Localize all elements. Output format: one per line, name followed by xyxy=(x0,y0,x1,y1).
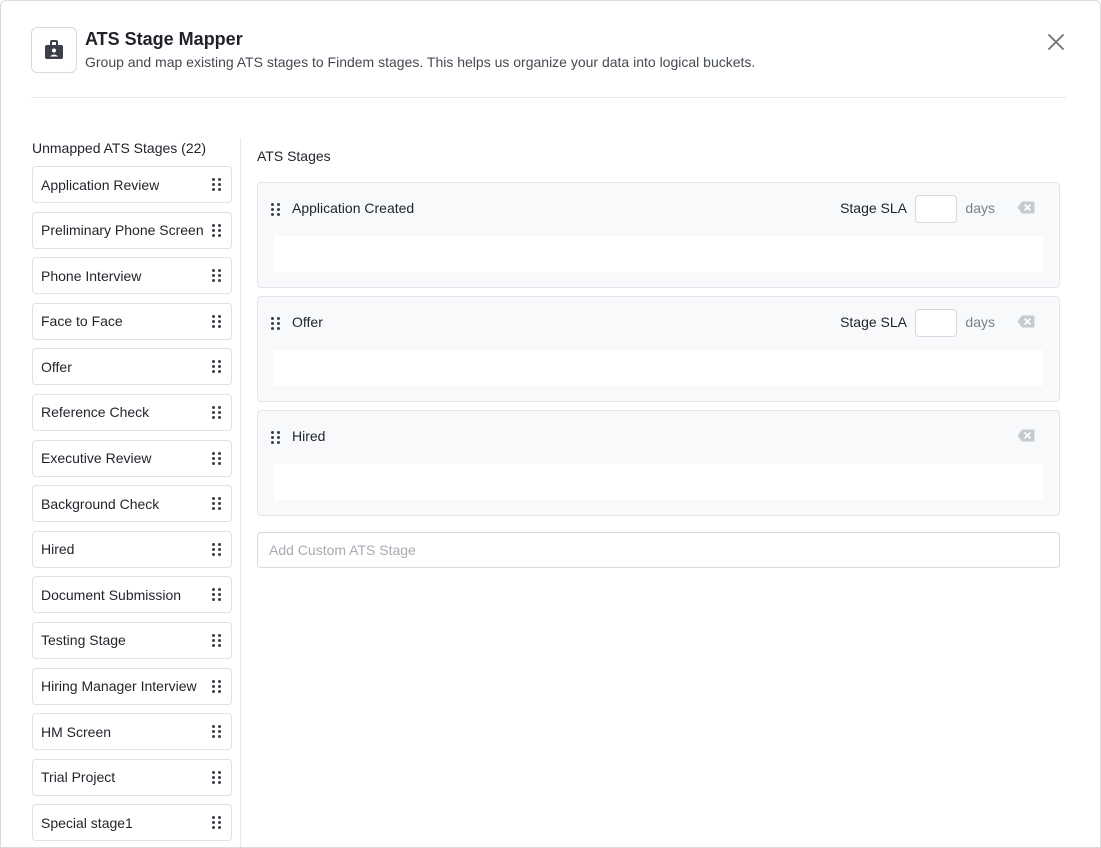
stage-sla-unit: days xyxy=(965,314,995,330)
unmapped-stage-chip[interactable]: Testing Stage xyxy=(32,621,232,659)
unmapped-stage-list: Application Review Preliminary Phone Scre… xyxy=(32,166,232,847)
drag-handle-icon[interactable] xyxy=(211,269,221,283)
mapped-stage-name: Application Created xyxy=(292,200,415,216)
dialog-title: ATS Stage Mapper xyxy=(85,29,243,49)
drag-handle-icon[interactable] xyxy=(270,430,280,444)
id-badge-icon xyxy=(31,27,77,73)
unmapped-stage-chip[interactable]: Executive Review xyxy=(32,439,232,477)
mapped-heading: ATS Stages xyxy=(257,148,331,164)
drag-handle-icon[interactable] xyxy=(211,451,221,465)
unmapped-stage-chip[interactable]: Special stage1 xyxy=(32,804,232,842)
unmapped-stage-label: Trial Project xyxy=(41,769,116,786)
unmapped-stage-label: HM Screen xyxy=(41,723,112,740)
drag-handle-icon[interactable] xyxy=(211,405,221,419)
stage-sla-input[interactable] xyxy=(915,309,957,337)
ats-stage-mapper-dialog: ATS Stage Mapper Group and map existing … xyxy=(0,0,1101,848)
delete-backspace-icon[interactable] xyxy=(1017,201,1035,214)
unmapped-stage-label: Offer xyxy=(41,358,72,375)
stage-drop-zone[interactable] xyxy=(274,464,1043,500)
unmapped-stage-chip[interactable]: Application Review xyxy=(32,166,232,203)
unmapped-stage-label: Phone Interview xyxy=(41,267,142,284)
unmapped-stage-chip[interactable]: Phone Interview xyxy=(32,257,232,295)
drag-handle-icon[interactable] xyxy=(211,542,221,556)
drag-handle-icon[interactable] xyxy=(211,679,221,693)
column-divider xyxy=(240,138,241,847)
drag-handle-icon[interactable] xyxy=(211,497,221,511)
drag-handle-icon[interactable] xyxy=(211,360,221,374)
unmapped-stage-chip[interactable]: Offer xyxy=(32,348,232,386)
drag-handle-icon[interactable] xyxy=(270,202,280,216)
delete-backspace-icon[interactable] xyxy=(1017,315,1035,328)
close-icon[interactable] xyxy=(1046,32,1066,52)
unmapped-heading: Unmapped ATS Stages (22) xyxy=(32,140,207,156)
stage-drop-zone[interactable] xyxy=(274,236,1043,272)
mapped-stage-card[interactable]: Offer Stage SLA days xyxy=(257,296,1060,402)
drag-handle-icon[interactable] xyxy=(211,633,221,647)
header-divider xyxy=(31,97,1066,98)
mapped-stage-card[interactable]: Application Created Stage SLA days xyxy=(257,182,1060,288)
drag-handle-icon[interactable] xyxy=(211,725,221,739)
unmapped-stage-chip[interactable]: HM Screen xyxy=(32,713,232,751)
drag-handle-icon[interactable] xyxy=(211,223,221,237)
unmapped-stage-chip[interactable]: Background Check xyxy=(32,485,232,523)
dialog-header: ATS Stage Mapper Group and map existing … xyxy=(31,27,1066,73)
unmapped-stage-chip[interactable]: Hiring Manager Interview xyxy=(32,667,232,705)
unmapped-stage-chip[interactable]: Hired xyxy=(32,530,232,568)
unmapped-stage-label: Face to Face xyxy=(41,313,123,330)
unmapped-stage-label: Hired xyxy=(41,541,75,558)
drag-handle-icon[interactable] xyxy=(211,816,221,830)
unmapped-stage-label: Reference Check xyxy=(41,404,150,421)
drag-handle-icon[interactable] xyxy=(211,178,221,192)
unmapped-stage-label: Application Review xyxy=(41,176,160,193)
unmapped-stage-chip[interactable]: Preliminary Phone Screen xyxy=(32,211,232,249)
unmapped-stage-chip[interactable]: Trial Project xyxy=(32,758,232,796)
unmapped-stage-chip[interactable]: Reference Check xyxy=(32,393,232,431)
stage-sla-label: Stage SLA xyxy=(840,314,907,330)
drag-handle-icon[interactable] xyxy=(270,316,280,330)
unmapped-stage-label: Preliminary Phone Screen xyxy=(41,222,204,239)
drag-handle-icon[interactable] xyxy=(211,770,221,784)
drag-handle-icon[interactable] xyxy=(211,314,221,328)
stage-sla-unit: days xyxy=(965,200,995,216)
drag-handle-icon[interactable] xyxy=(211,588,221,602)
unmapped-stage-chip[interactable]: Document Submission xyxy=(32,576,232,614)
unmapped-stage-chip[interactable]: Face to Face xyxy=(32,302,232,340)
unmapped-stage-label: Hiring Manager Interview xyxy=(41,678,197,695)
unmapped-stage-label: Special stage1 xyxy=(41,814,133,831)
dialog-subtitle: Group and map existing ATS stages to Fin… xyxy=(85,54,756,70)
mapped-stage-name: Offer xyxy=(292,314,323,330)
unmapped-stage-label: Executive Review xyxy=(41,450,152,467)
stage-drop-zone[interactable] xyxy=(274,350,1043,386)
unmapped-stage-label: Document Submission xyxy=(41,586,182,603)
unmapped-stage-label: Testing Stage xyxy=(41,632,126,649)
unmapped-stage-label: Background Check xyxy=(41,495,160,512)
unmapped-column: Unmapped ATS Stages (22) xyxy=(31,138,233,158)
stage-sla-label: Stage SLA xyxy=(840,200,907,216)
add-custom-stage-input[interactable] xyxy=(257,532,1060,568)
mapped-stage-name: Hired xyxy=(292,428,326,444)
mapped-stage-list: Application Created Stage SLA days Offer Sta… xyxy=(257,182,1060,524)
mapped-column: ATS Stages xyxy=(257,146,1060,166)
stage-sla-input[interactable] xyxy=(915,195,957,223)
mapped-stage-card[interactable]: Hired xyxy=(257,410,1060,516)
delete-backspace-icon[interactable] xyxy=(1017,429,1035,442)
